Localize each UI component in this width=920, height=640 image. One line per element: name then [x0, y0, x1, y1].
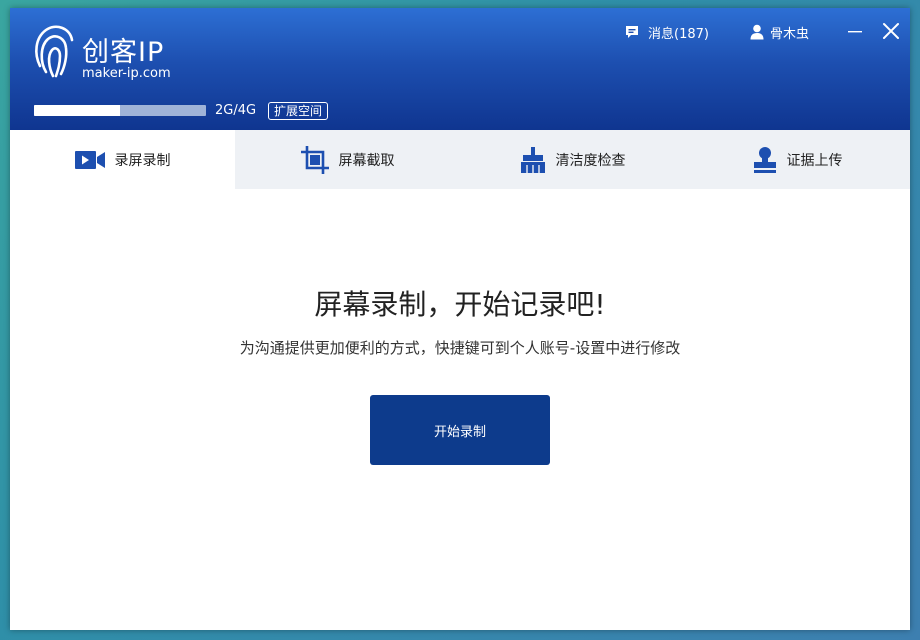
messages-label: 消息(187): [648, 26, 709, 42]
tab-label: 屏幕截取: [338, 152, 395, 169]
close-icon[interactable]: [881, 21, 901, 41]
user-icon: [750, 24, 764, 40]
storage-progress-bar: [34, 105, 206, 116]
page-subtitle: 为沟通提供更加便利的方式，快捷键可到个人账号-设置中进行修改: [239, 339, 681, 357]
crop-icon: [300, 145, 329, 174]
tab-evidence-upload[interactable]: 证据上传: [685, 130, 910, 189]
user-account-button[interactable]: 骨木虫: [750, 22, 809, 42]
tab-screen-capture[interactable]: 屏幕截取: [235, 130, 460, 189]
tab-label: 清洁度检查: [555, 152, 626, 169]
tab-cleanliness-check[interactable]: 清洁度检查: [460, 130, 685, 189]
main-content: 屏幕录制，开始记录吧! 为沟通提供更加便利的方式，快捷键可到个人账号-设置中进行…: [10, 189, 910, 630]
message-icon: [626, 26, 638, 38]
fingerprint-logo-icon: [35, 25, 74, 78]
header: 创客IP maker-ip.com 2G/4G 扩展空间 消息(187) 骨木虫: [10, 8, 910, 130]
messages-button[interactable]: 消息(187): [624, 22, 709, 42]
expand-storage-button[interactable]: 扩展空间: [268, 102, 329, 120]
video-camera-icon: [74, 150, 105, 169]
stamp-icon: [753, 146, 777, 173]
tab-bar: 录屏录制 屏幕截取 清洁度检查 证据上传: [10, 130, 910, 189]
tab-label: 录屏录制: [114, 152, 171, 169]
page-title: 屏幕录制，开始记录吧!: [314, 288, 606, 321]
logo-title: 创客IP: [82, 37, 165, 68]
storage-usage-text: 2G/4G: [215, 103, 257, 118]
logo-url: maker-ip.com: [82, 66, 171, 81]
tab-label: 证据上传: [786, 152, 843, 169]
start-recording-button[interactable]: 开始录制: [370, 395, 550, 465]
minimize-icon[interactable]: [846, 22, 864, 40]
storage-progress-fill: [34, 105, 120, 116]
tab-screen-recording[interactable]: 录屏录制: [10, 130, 235, 189]
username-label: 骨木虫: [770, 26, 810, 42]
app-window: 创客IP maker-ip.com 2G/4G 扩展空间 消息(187) 骨木虫: [10, 8, 910, 630]
broom-icon: [520, 146, 546, 173]
